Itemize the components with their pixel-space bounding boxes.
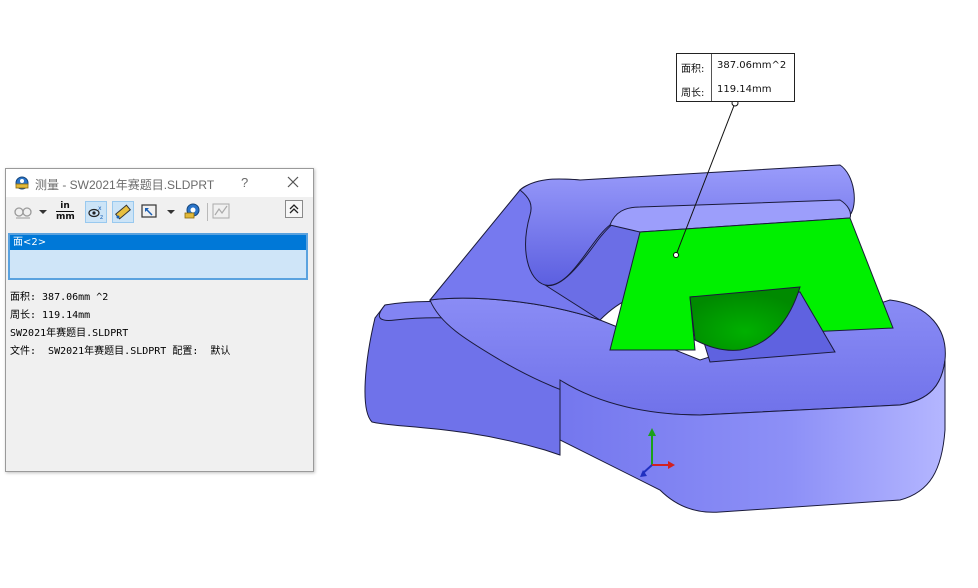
callout-perimeter-value: 119.14mm — [717, 84, 772, 95]
callout-anchor-point — [673, 252, 679, 258]
dialog-titlebar[interactable]: 测量 - SW2021年赛题目.SLDPRT ? — [6, 169, 313, 197]
history-icon — [184, 203, 200, 219]
units-top-label: in — [60, 201, 70, 211]
svg-text:z: z — [100, 214, 103, 221]
close-button[interactable] — [282, 171, 304, 193]
selection-list[interactable]: 面<2> — [8, 233, 308, 280]
projection-dropdown[interactable] — [167, 210, 175, 214]
measure-app-icon — [14, 175, 30, 191]
xyz-dimension-icon: x z — [88, 205, 103, 221]
history-button[interactable] — [182, 201, 204, 223]
units-bottom-label: mm — [56, 211, 75, 222]
projection-button[interactable] — [139, 201, 161, 223]
dialog-title: 测量 - SW2021年赛题目.SLDPRT — [35, 178, 215, 192]
result-file-config: 文件: SW2021年赛题目.SLDPRT 配置: 默认 — [10, 346, 231, 357]
selection-item[interactable]: 面<2> — [10, 235, 306, 250]
callout-area-value: 387.06mm^2 — [717, 60, 787, 71]
help-button[interactable]: ? — [241, 175, 248, 190]
collapse-button[interactable] — [285, 200, 303, 218]
result-area: 面积: 387.06mm ^2 — [10, 292, 109, 303]
result-perimeter: 周长: 119.14mm — [10, 310, 91, 321]
arc-circle-button[interactable] — [12, 201, 34, 223]
show-xyz-button[interactable]: x z — [85, 201, 107, 223]
result-part-name: SW2021年赛题目.SLDPRT — [10, 328, 129, 339]
toolbar-separator — [207, 203, 208, 221]
callout-area-row: 面积: 387.06mm^2 — [677, 54, 794, 78]
projection-icon — [141, 204, 157, 218]
close-icon — [287, 176, 299, 188]
measure-results: 面积: 387.06mm ^2 周长: 119.14mm SW2021年赛题目.… — [10, 289, 310, 361]
arc-circle-icon — [14, 207, 32, 219]
sensor-button[interactable] — [211, 201, 233, 223]
sensor-icon — [212, 203, 230, 219]
part-model — [364, 99, 946, 513]
units-button[interactable]: in mm — [56, 200, 75, 224]
measure-dialog: 测量 - SW2021年赛题目.SLDPRT ? in mm x z 面<2> … — [5, 168, 314, 472]
svg-text:x: x — [98, 205, 102, 212]
measurement-callout: 面积: 387.06mm^2 周长: 119.14mm — [676, 53, 795, 102]
point-to-point-icon — [115, 204, 131, 220]
callout-perimeter-row: 周长: 119.14mm — [677, 78, 794, 102]
point-to-point-button[interactable] — [112, 201, 134, 223]
callout-perimeter-label: 周长: — [681, 88, 705, 99]
dialog-toolbar: in mm x z — [6, 197, 313, 227]
arc-options-dropdown[interactable] — [39, 210, 47, 214]
collapse-icon — [289, 204, 299, 214]
callout-area-label: 面积: — [681, 64, 705, 75]
